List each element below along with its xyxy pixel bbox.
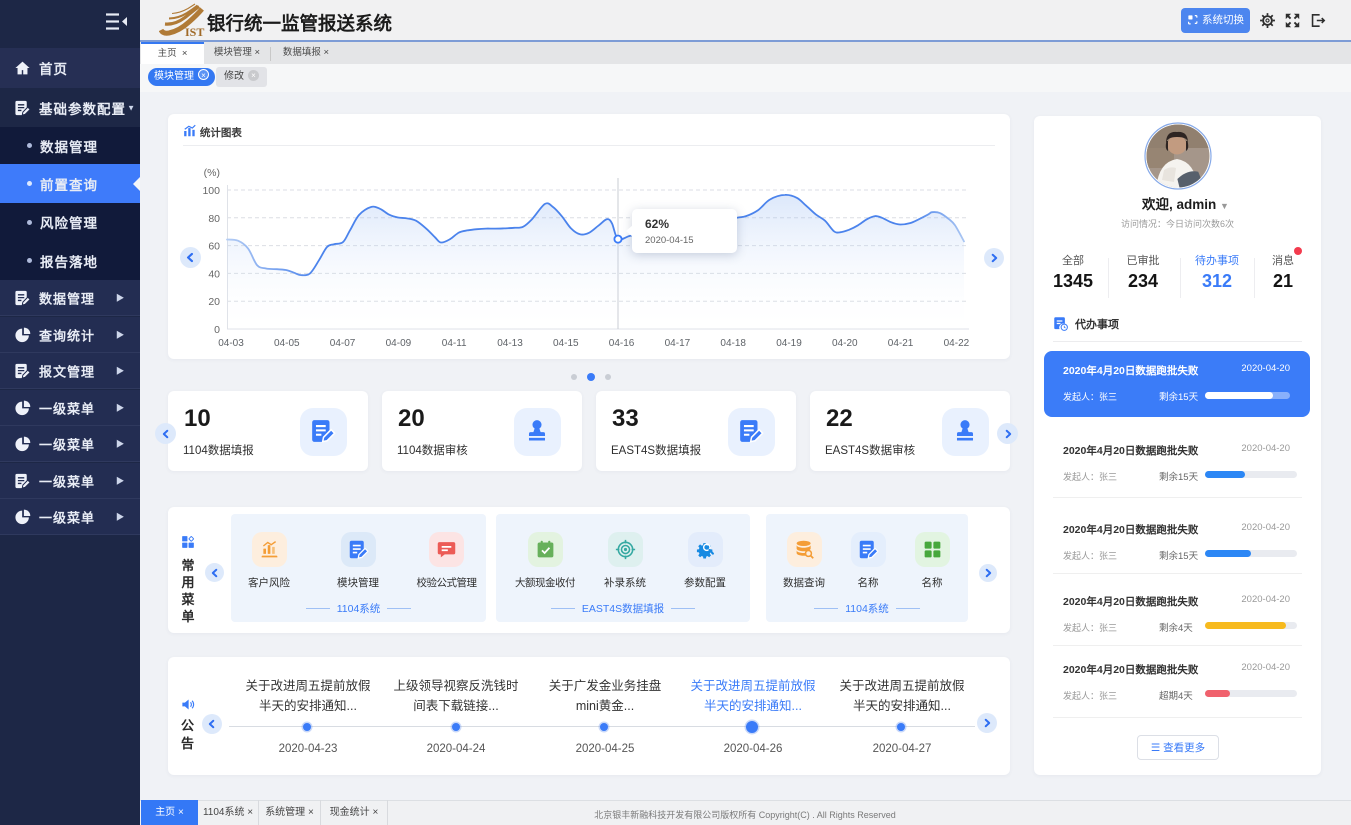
svg-text:04-11: 04-11: [442, 338, 467, 349]
svg-text:04-13: 04-13: [497, 338, 523, 349]
svg-text:04-09: 04-09: [386, 338, 412, 349]
svg-text:0: 0: [214, 324, 220, 336]
svg-text:60: 60: [208, 241, 220, 253]
svg-text:04-21: 04-21: [888, 338, 914, 349]
svg-text:04-17: 04-17: [665, 338, 691, 349]
svg-text:(%): (%): [204, 167, 220, 179]
svg-text:04-22: 04-22: [944, 338, 970, 349]
svg-text:04-19: 04-19: [776, 338, 802, 349]
svg-text:04-07: 04-07: [330, 338, 356, 349]
svg-text:04-20: 04-20: [832, 338, 858, 349]
svg-text:04-03: 04-03: [218, 338, 244, 349]
svg-text:100: 100: [202, 185, 220, 197]
svg-text:04-16: 04-16: [609, 338, 635, 349]
svg-text:40: 40: [208, 268, 220, 280]
svg-text:04-05: 04-05: [274, 338, 300, 349]
svg-text:20: 20: [208, 296, 220, 308]
svg-text:80: 80: [208, 213, 220, 225]
svg-text:04-18: 04-18: [720, 338, 746, 349]
svg-text:IST: IST: [185, 25, 204, 38]
svg-text:04-15: 04-15: [553, 338, 579, 349]
